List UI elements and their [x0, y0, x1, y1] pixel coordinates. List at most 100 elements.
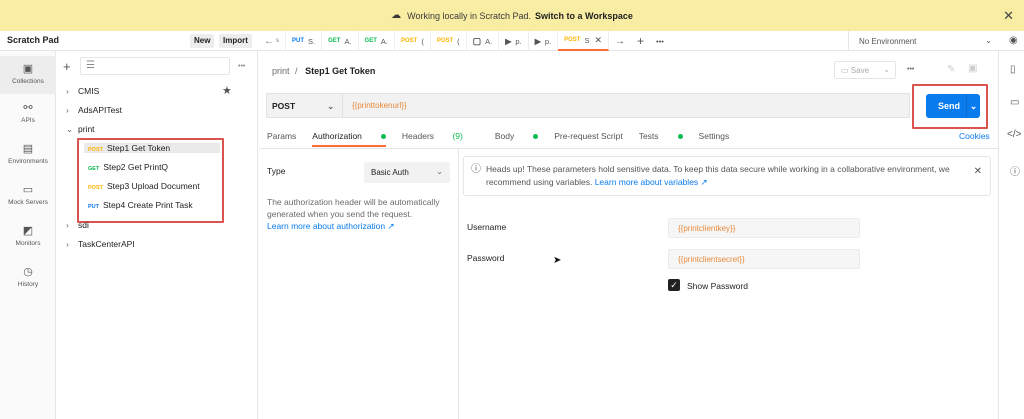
code-icon[interactable]: </>: [1007, 129, 1021, 140]
auth-description: The authorization header will be automat…: [267, 197, 440, 231]
request-tab[interactable]: ▶ p.: [529, 31, 559, 51]
breadcrumb: print / Step1 Get Token: [272, 66, 376, 76]
request-tab[interactable]: ▶ p.: [499, 31, 529, 51]
tab-body[interactable]: Body: [495, 131, 539, 147]
more-tabs-icon[interactable]: •••: [650, 31, 670, 51]
request-tab[interactable]: POST(: [395, 31, 431, 51]
import-button[interactable]: Import: [219, 34, 252, 48]
chevron-down-icon[interactable]: ⌄: [966, 94, 980, 118]
docs-icon[interactable]: ▣: [968, 63, 977, 74]
workspace-title: Scratch Pad: [7, 35, 60, 45]
tab-settings[interactable]: Settings: [699, 131, 730, 147]
monitor-icon: ◩: [22, 225, 34, 237]
password-label: Password: [467, 253, 505, 263]
add-tab-icon[interactable]: +: [631, 31, 650, 51]
star-icon[interactable]: ★: [222, 84, 232, 97]
username-label: Username: [467, 222, 507, 232]
show-password-label: Show Password: [687, 281, 748, 291]
collection-adsapitest[interactable]: › AdsAPITest: [66, 105, 122, 115]
mock-server-icon: ▭: [22, 184, 34, 196]
eye-icon[interactable]: ◉: [1009, 35, 1018, 46]
close-tab-icon[interactable]: ✕: [594, 35, 602, 46]
play-icon: ▶: [505, 36, 512, 46]
tab-authorization[interactable]: Authorization: [312, 131, 386, 147]
tree-request-step2[interactable]: GET Step2 Get PrintQ: [88, 162, 168, 172]
tree-request-step4[interactable]: PUT Step4 Create Print Task: [88, 200, 193, 210]
cookies-link[interactable]: Cookies: [959, 131, 990, 141]
sidebar-item-history[interactable]: ◷ History: [0, 265, 56, 288]
more-options-icon[interactable]: •••: [238, 63, 245, 70]
request-tab[interactable]: POST(: [431, 31, 467, 51]
page-title[interactable]: Step1 Get Token: [305, 66, 375, 76]
close-icon[interactable]: ✕: [974, 165, 982, 178]
learn-more-authorization-link[interactable]: Learn more about authorization ↗: [267, 221, 395, 231]
tree-request-step1[interactable]: POST Step1 Get Token: [84, 143, 220, 153]
learn-more-variables-link[interactable]: Learn more about variables ↗: [595, 177, 708, 187]
request-tab[interactable]: GET A.: [322, 31, 359, 51]
sidebar-item-environments[interactable]: ▤ Environments: [0, 142, 56, 165]
divider: [259, 148, 998, 149]
request-tab[interactable]: ▢ A.: [467, 31, 500, 51]
info-icon: ⓘ: [471, 164, 481, 175]
divider: [458, 149, 459, 419]
sidebar-item-apis[interactable]: ⚯ APIs: [0, 101, 56, 124]
response-bar: [259, 410, 998, 419]
sidebar-item-monitors[interactable]: ◩ Monitors: [0, 224, 56, 247]
sensitive-data-alert: ⓘ Heads up! These parameters hold sensit…: [463, 156, 991, 196]
banner-text: Working locally in Scratch Pad.: [407, 10, 531, 21]
collection-taskcenterapi[interactable]: › TaskCenterAPI: [66, 239, 135, 249]
username-field[interactable]: {{printclientkey}}: [668, 218, 860, 238]
send-button[interactable]: Send ⌄: [926, 94, 980, 118]
url-input[interactable]: {{printtokenurl}}: [352, 101, 407, 110]
chevron-down-icon: ⌄: [985, 36, 992, 45]
document-icon: ▢: [472, 35, 482, 46]
tree-request-step3[interactable]: POST Step3 Upload Document: [88, 181, 200, 191]
more-options-icon[interactable]: •••: [907, 66, 914, 73]
status-dot: [380, 134, 386, 140]
auth-type-select[interactable]: Basic Auth ⌄: [364, 162, 450, 183]
collection-print[interactable]: ⌄ print: [66, 124, 95, 135]
save-icon: ▭: [841, 66, 849, 75]
save-button[interactable]: ▭ Save ⌄: [834, 61, 896, 79]
tab-params[interactable]: Params: [267, 131, 296, 147]
status-dot: [533, 134, 539, 140]
add-collection-icon[interactable]: +: [63, 59, 71, 74]
environment-selector[interactable]: No Environment ⌄: [848, 31, 998, 51]
tab-tests[interactable]: Tests: [639, 131, 683, 147]
chevron-right-icon: ›: [66, 105, 69, 115]
close-icon[interactable]: ✕: [1003, 8, 1014, 24]
request-tab[interactable]: PUT S.: [286, 31, 323, 51]
breadcrumb-parent[interactable]: print: [272, 66, 290, 76]
chevron-down-icon: ⌄: [66, 124, 74, 134]
tab-headers[interactable]: Headers (9): [402, 131, 479, 147]
documentation-icon[interactable]: ▯: [1010, 64, 1016, 75]
method-select[interactable]: POST ⌄: [272, 101, 334, 112]
comments-icon[interactable]: ▭: [1010, 97, 1019, 108]
edit-icon[interactable]: ✎: [947, 64, 955, 75]
collection-cmis[interactable]: › CMIS: [66, 86, 99, 96]
environments-icon: ▤: [22, 143, 34, 155]
tab-prerequest-script[interactable]: Pre-request Script: [554, 131, 623, 147]
postman-window: ☁ Working locally in Scratch Pad. Switch…: [0, 0, 1024, 419]
collection-sdi[interactable]: › sdi: [66, 220, 89, 230]
request-tab[interactable]: GET A.: [359, 31, 395, 51]
new-button[interactable]: New: [190, 34, 215, 48]
request-tab-active[interactable]: POST S ✕: [558, 31, 610, 51]
forward-arrow-icon[interactable]: →: [609, 31, 631, 51]
status-dot: [677, 134, 683, 140]
chevron-down-icon: ⌄: [327, 101, 335, 111]
history-icon: ◷: [23, 266, 33, 278]
back-arrow-icon[interactable]: ← s: [258, 31, 286, 51]
info-icon[interactable]: ⓘ: [1010, 163, 1020, 178]
switch-workspace-link[interactable]: Switch to a Workspace: [535, 11, 633, 21]
show-password-checkbox[interactable]: ✓: [668, 279, 680, 291]
sidebar-item-mock-servers[interactable]: ▭ Mock Servers: [0, 183, 56, 206]
chevron-right-icon: ›: [66, 239, 69, 249]
sidebar-item-collections[interactable]: ▣ Collections: [0, 56, 56, 94]
chevron-right-icon: ›: [66, 86, 69, 96]
play-icon: ▶: [534, 36, 541, 46]
chevron-down-icon: ⌄: [883, 65, 890, 74]
password-field[interactable]: {{printclientsecret}}: [668, 249, 860, 269]
search-collections-input[interactable]: [80, 57, 230, 75]
request-tabs: ← s PUT S. GET A. GET A. POST( POST( ▢ A. ▶ p…: [258, 31, 670, 51]
